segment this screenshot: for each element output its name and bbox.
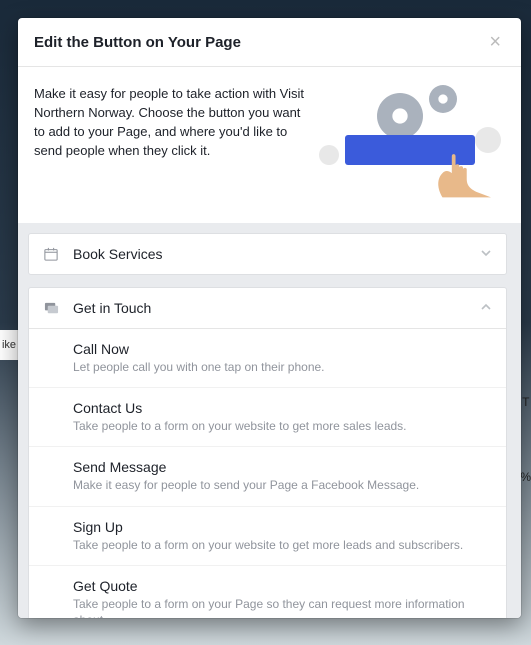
option-title: Contact Us (73, 400, 492, 416)
option-get-quote[interactable]: Get Quote Take people to a form on your … (29, 565, 506, 618)
gear-small-icon (429, 85, 457, 113)
option-call-now[interactable]: Call Now Let people call you with one ta… (29, 329, 506, 387)
chevron-up-icon (480, 301, 492, 316)
intro-text: Make it easy for people to take action w… (34, 85, 313, 160)
category-label: Get in Touch (73, 300, 480, 316)
modal-header: Edit the Button on Your Page × (18, 18, 521, 67)
option-title: Sign Up (73, 519, 492, 535)
modal-intro: Make it easy for people to take action w… (18, 67, 521, 223)
options-area: Book Services Get in Touch (18, 223, 521, 618)
option-send-message[interactable]: Send Message Make it easy for people to … (29, 446, 506, 505)
category-header-book-services[interactable]: Book Services (29, 234, 506, 274)
category-header-get-in-touch[interactable]: Get in Touch (29, 288, 506, 328)
chat-icon (43, 300, 59, 316)
option-sign-up[interactable]: Sign Up Take people to a form on your we… (29, 506, 506, 565)
option-desc: Make it easy for people to send your Pag… (73, 477, 492, 493)
category-get-in-touch: Get in Touch Call Now Let people call yo… (28, 287, 507, 618)
option-title: Get Quote (73, 578, 492, 594)
bg-fragment-like: ike (0, 330, 18, 360)
option-contact-us[interactable]: Contact Us Take people to a form on your… (29, 387, 506, 446)
option-desc: Let people call you with one tap on thei… (73, 359, 492, 375)
option-desc: Take people to a form on your website to… (73, 418, 492, 434)
option-desc: Take people to a form on your Page so th… (73, 596, 492, 618)
modal-title: Edit the Button on Your Page (34, 34, 241, 51)
intro-illustration (325, 85, 505, 205)
edit-button-modal: Edit the Button on Your Page × Make it e… (18, 18, 521, 618)
calendar-icon (43, 246, 59, 262)
option-list: Call Now Let people call you with one ta… (29, 328, 506, 618)
gear-icon (377, 93, 423, 139)
category-label: Book Services (73, 246, 480, 262)
hand-pointer-icon (435, 149, 491, 199)
category-book-services: Book Services (28, 233, 507, 275)
chevron-down-icon (480, 247, 492, 262)
option-title: Send Message (73, 459, 492, 475)
close-icon[interactable]: × (485, 32, 505, 52)
option-desc: Take people to a form on your website to… (73, 537, 492, 553)
option-title: Call Now (73, 341, 492, 357)
options-scroll[interactable]: Book Services Get in Touch (28, 233, 511, 618)
